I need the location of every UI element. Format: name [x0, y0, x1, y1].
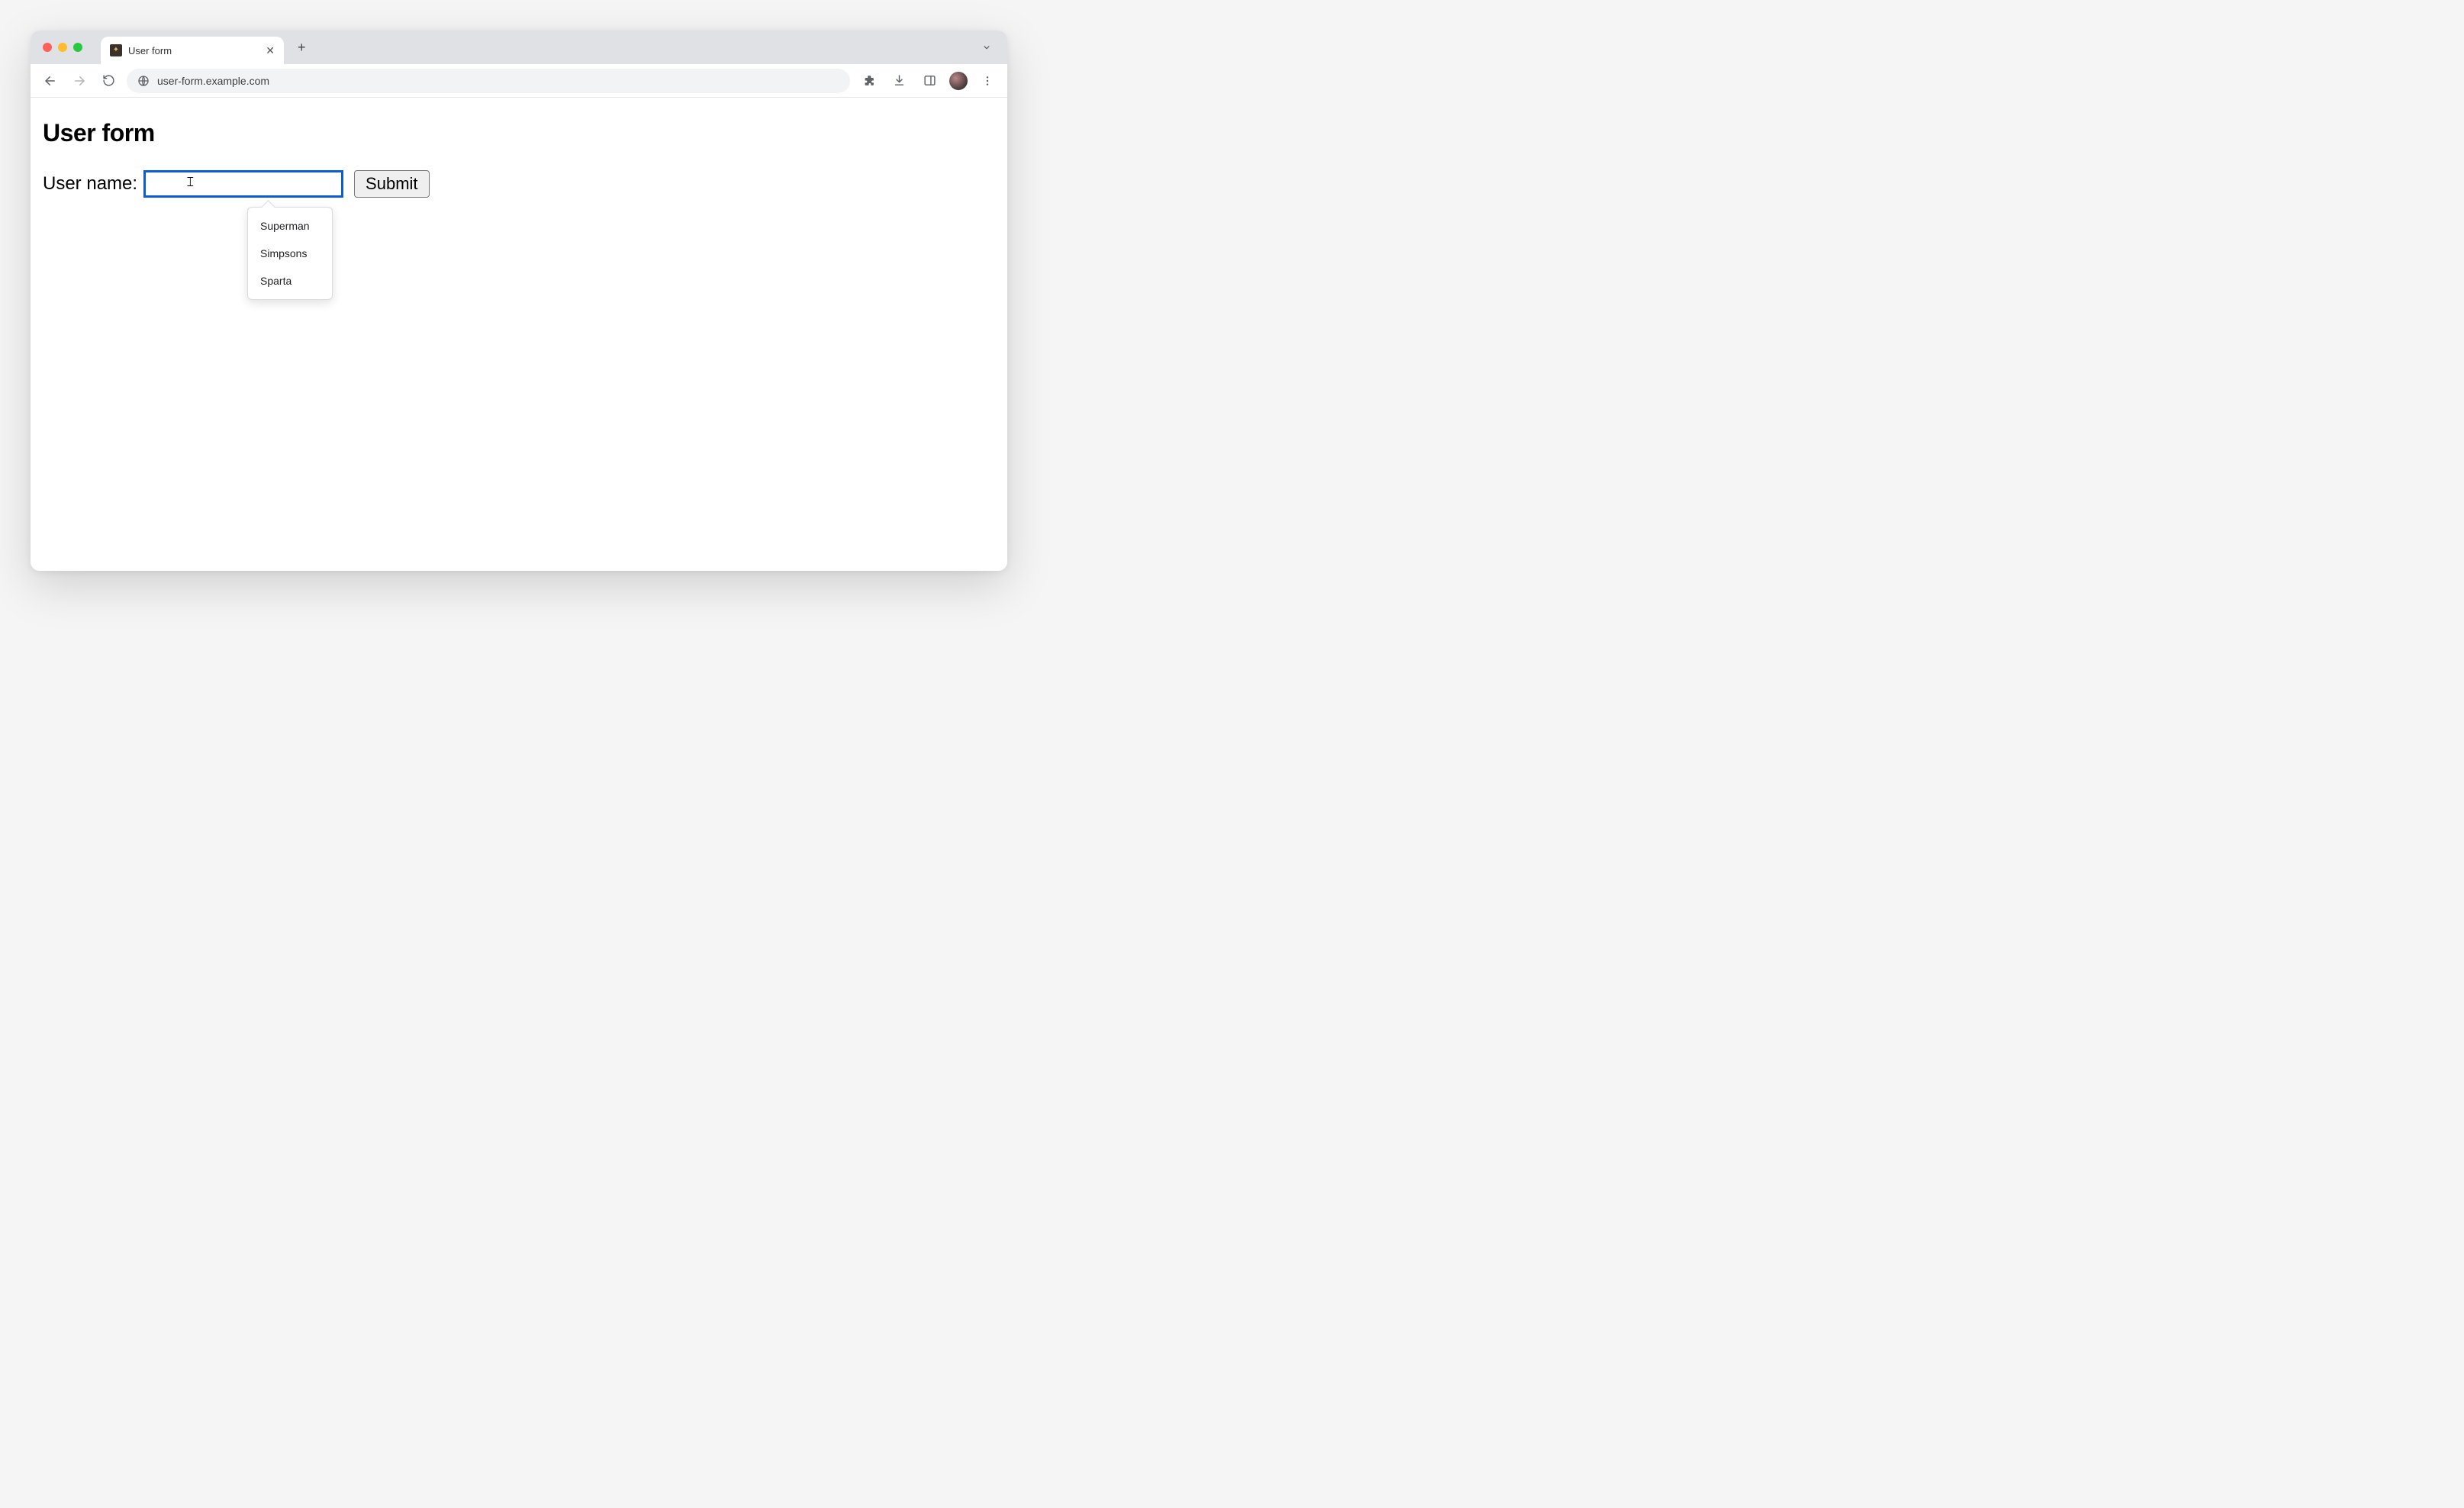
globe-icon	[137, 75, 150, 87]
page-content: User form User name: 𝙸 Submit Superman S…	[31, 98, 1007, 571]
puzzle-icon	[862, 74, 875, 87]
url-text: user-form.example.com	[157, 75, 269, 87]
window-minimize-button[interactable]	[58, 43, 67, 52]
reload-button[interactable]	[98, 70, 119, 92]
autocomplete-option[interactable]: Sparta	[248, 267, 332, 295]
downloads-button[interactable]	[888, 70, 910, 92]
address-bar[interactable]: user-form.example.com	[127, 69, 850, 93]
kebab-icon	[981, 75, 994, 87]
toolbar: user-form.example.com	[31, 64, 1007, 98]
window-close-button[interactable]	[43, 43, 52, 52]
extensions-button[interactable]	[858, 70, 879, 92]
autocomplete-option[interactable]: Simpsons	[248, 240, 332, 267]
submit-button[interactable]: Submit	[354, 170, 429, 198]
username-label: User name:	[43, 173, 137, 195]
download-icon	[893, 74, 906, 87]
panel-icon	[923, 74, 936, 87]
window-controls	[43, 43, 82, 52]
new-tab-button[interactable]: +	[293, 38, 311, 57]
user-form: User name: 𝙸 Submit Superman Simpsons Sp…	[43, 170, 995, 198]
toolbar-right-icons	[858, 70, 998, 92]
browser-window: ✦ User form ✕ + user-form.example.com	[31, 31, 1007, 571]
sidepanel-button[interactable]	[919, 70, 940, 92]
menu-button[interactable]	[977, 70, 998, 92]
browser-tab[interactable]: ✦ User form ✕	[101, 37, 284, 64]
autocomplete-option[interactable]: Superman	[248, 212, 332, 240]
username-input[interactable]	[143, 170, 343, 198]
close-tab-button[interactable]: ✕	[266, 44, 275, 57]
back-button[interactable]	[40, 70, 61, 92]
tabs-dropdown-button[interactable]	[978, 39, 995, 56]
titlebar: ✦ User form ✕ +	[31, 31, 1007, 64]
reload-icon	[102, 74, 115, 87]
profile-avatar[interactable]	[949, 72, 968, 90]
arrow-right-icon	[72, 74, 86, 88]
tabs-area: ✦ User form ✕ +	[101, 31, 311, 64]
window-maximize-button[interactable]	[73, 43, 82, 52]
autocomplete-popup: Superman Simpsons Sparta	[247, 207, 333, 300]
arrow-left-icon	[43, 74, 57, 88]
page-title: User form	[43, 119, 995, 147]
chevron-down-icon	[981, 42, 992, 53]
forward-button[interactable]	[69, 70, 90, 92]
tab-title: User form	[128, 45, 259, 56]
favicon-icon: ✦	[110, 44, 122, 56]
